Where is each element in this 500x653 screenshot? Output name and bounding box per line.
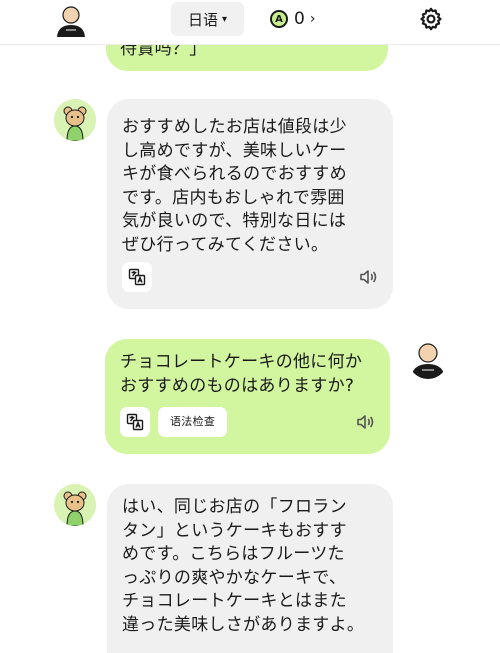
grammar-check-label: 语法检查 (170, 415, 216, 429)
speaker-icon[interactable] (355, 411, 377, 433)
points-badge-icon: A (270, 10, 288, 28)
profile-avatar[interactable] (54, 3, 88, 37)
message-text: おすすめしたお店は値段は少 し高めですが、美味しいケー キが食べられるのでおすす… (122, 117, 347, 255)
message-text: チョコレートケーキの他に何か おすすめのものはありますか? (120, 352, 363, 396)
points-value: 0 (294, 9, 305, 29)
points-counter[interactable]: A 0 › (270, 6, 315, 32)
ai-message-bubble: おすすめしたお店は値段は少 し高めですが、美味しいケー キが食べられるのでおすす… (107, 99, 393, 309)
translate-icon (128, 268, 146, 286)
gear-icon[interactable] (418, 6, 444, 32)
user-avatar (408, 339, 448, 379)
chevron-down-icon: ▾ (221, 13, 228, 25)
language-selector[interactable]: 日语 ▾ (171, 2, 244, 36)
user-message-bubble: チョコレートケーキの他に何か おすすめのものはありますか? 语法检查 (105, 339, 390, 454)
ai-avatar (54, 484, 96, 526)
ai-message-bubble: はい、同じお店の「フロラン タン」というケーキもおすす めです。こちらはフルーツ… (107, 484, 393, 653)
speaker-icon[interactable] (358, 266, 380, 288)
ai-avatar (54, 99, 96, 141)
top-bar: 日语 ▾ A 0 › (0, 0, 500, 45)
translate-button[interactable] (120, 407, 150, 437)
chevron-right-icon: › (309, 11, 316, 27)
language-label: 日语 (187, 10, 218, 29)
grammar-check-button[interactable]: 语法检查 (158, 407, 228, 437)
translate-button[interactable] (122, 262, 152, 292)
translate-icon (126, 413, 144, 431)
message-text: はい、同じお店の「フロラン タン」というケーキもおすす めです。こちらはフルーツ… (122, 497, 365, 635)
chat-screen: 日语 ▾ A 0 › 待貰吗？」 おすすめしたお店は値段は少 し高めですが、美味… (0, 0, 500, 653)
